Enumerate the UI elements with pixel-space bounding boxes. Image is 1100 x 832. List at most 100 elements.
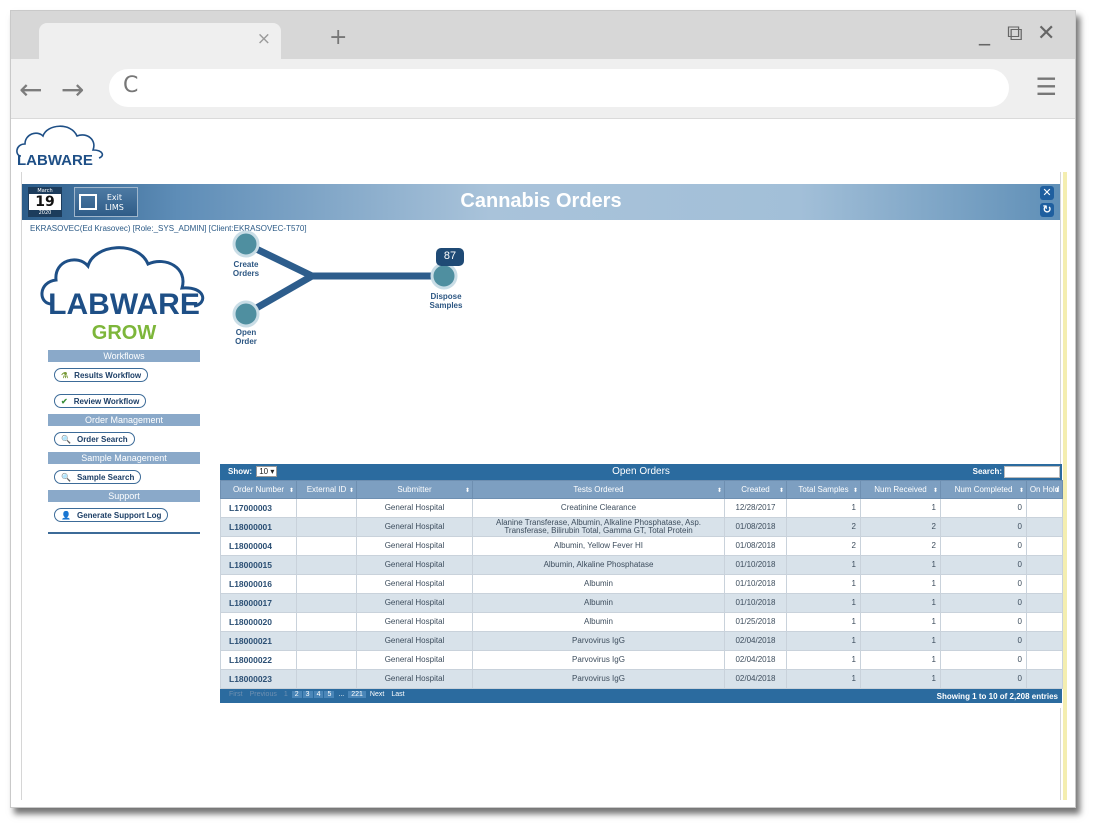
cell-submitter: General Hospital (356, 536, 473, 556)
cell-created: 01/10/2018 (724, 574, 787, 594)
cell-order-number[interactable]: L18000001 (220, 517, 297, 537)
restore-icon[interactable]: ⧉ (1007, 21, 1023, 46)
open-order-text-2: Order (235, 337, 257, 346)
cell-tests-ordered: Albumin (472, 574, 725, 594)
column-header-on-hold[interactable]: On Hold ⬍ (1026, 480, 1063, 499)
cell-order-number[interactable]: L18000016 (220, 574, 297, 594)
column-header-external-id[interactable]: External ID ⬍ (296, 480, 357, 499)
sidebar-divider (48, 532, 200, 534)
pager-2[interactable]: 2 (291, 691, 302, 698)
tab-close-icon[interactable]: × (257, 29, 271, 49)
forward-icon[interactable]: → (61, 73, 84, 106)
cell-created: 12/28/2017 (724, 498, 787, 518)
browser-tab[interactable]: × (39, 23, 281, 59)
table-row[interactable]: L18000021 General Hospital Parvovirus IgG 0… (220, 631, 1063, 651)
back-icon[interactable]: ← (19, 73, 42, 106)
showing-entries: Showing 1 to 10 of 2,208 entries (936, 692, 1058, 701)
sort-icon: ⬍ (288, 488, 294, 494)
brand-sub-text: GROW (91, 322, 157, 344)
order-search-button[interactable]: 🔍 Order Search (54, 432, 135, 446)
new-tab-icon[interactable]: + (329, 25, 347, 50)
cell-order-number[interactable]: L18000004 (220, 536, 297, 556)
grid-title: Open Orders (612, 466, 670, 477)
dispose-samples-label: Dispose Samples (424, 292, 468, 310)
cell-tests-ordered: Albumin, Alkaline Phosphatase (472, 555, 725, 575)
open-order-node[interactable] (232, 300, 260, 328)
sample-search-button[interactable]: 🔍 Sample Search (54, 470, 142, 484)
menu-icon[interactable]: ☰ (1035, 73, 1057, 101)
cell-external-id (296, 593, 357, 613)
column-header-total-samples[interactable]: Total Samples ⬍ (786, 480, 861, 499)
pager-last[interactable]: Last (388, 691, 407, 698)
cell-on-hold (1026, 612, 1063, 632)
grid-footer: First Previous 1 2 3 4 5... 221 Next Last Showing… (220, 689, 1062, 703)
cell-order-number[interactable]: L18000022 (220, 650, 297, 670)
cell-order-number[interactable]: L18000021 (220, 631, 297, 651)
cell-submitter: General Hospital (356, 574, 473, 594)
refresh-icon[interactable]: ↻ (1040, 203, 1054, 217)
cell-tests-ordered: Creatinine Clearance (472, 498, 725, 518)
cell-order-number[interactable]: L18000020 (220, 612, 297, 632)
cell-num-completed: 0 (940, 574, 1027, 594)
cell-submitter: General Hospital (356, 593, 473, 613)
table-row[interactable]: L18000020 General Hospital Albumin 01/25/20… (220, 612, 1063, 632)
sort-icon: ⬍ (716, 488, 722, 494)
cell-tests-ordered: Albumin (472, 593, 725, 613)
pager-1[interactable]: 1 (281, 691, 291, 698)
minimize-icon[interactable]: _ (979, 21, 990, 46)
cell-order-number[interactable]: L18000023 (220, 669, 297, 689)
search-input[interactable] (1004, 466, 1060, 478)
column-label: Total Samples (798, 484, 849, 494)
cell-order-number[interactable]: L17000003 (220, 498, 297, 518)
table-row[interactable]: L18000023 General Hospital Parvovirus IgG 0… (220, 669, 1063, 689)
labware-grow-logo: LABWARE GROW (38, 238, 210, 348)
results-workflow-button[interactable]: ⚗ Results Workflow (54, 368, 149, 382)
table-row[interactable]: L18000022 General Hospital Parvovirus IgG 0… (220, 650, 1063, 670)
cell-on-hold (1026, 536, 1063, 556)
column-header-submitter[interactable]: Submitter ⬍ (356, 480, 473, 499)
dispose-count: 87 (443, 250, 457, 262)
table-row[interactable]: L18000016 General Hospital Albumin 01/10/20… (220, 574, 1063, 594)
sidebar: Workflows ⚗ Results Workflow ✔ Review Work… (48, 350, 200, 534)
column-header-tests-ordered[interactable]: Tests Ordered ⬍ (472, 480, 725, 499)
table-row[interactable]: L18000004 General Hospital Albumin, Yellow… (220, 536, 1063, 556)
close-window-icon[interactable]: ✕ (1037, 21, 1055, 46)
cell-created: 01/10/2018 (724, 593, 787, 613)
pager-next[interactable]: Next (367, 691, 387, 698)
table-row[interactable]: L17000003 General Hospital Creatinine Clea… (220, 498, 1063, 518)
pager-221[interactable]: 221 (348, 691, 366, 698)
browser-window: × + _ ⧉ ✕ ← → C ☰ LABWARE March 19 2020 … (10, 10, 1076, 808)
cell-tests-ordered: Parvovirus IgG (472, 669, 725, 689)
pager-5[interactable]: 5 (324, 691, 335, 698)
cell-num-completed: 0 (940, 555, 1027, 575)
reload-icon[interactable]: C (123, 73, 138, 98)
table-row[interactable]: L18000015 General Hospital Albumin, Alkali… (220, 555, 1063, 575)
column-header-order-number[interactable]: Order Number ⬍ (220, 480, 297, 499)
cell-submitter: General Hospital (356, 631, 473, 651)
cell-order-number[interactable]: L18000017 (220, 593, 297, 613)
table-row[interactable]: L18000017 General Hospital Albumin 01/10/20… (220, 593, 1063, 613)
generate-support-log-button[interactable]: 👤 Generate Support Log (54, 508, 169, 522)
pager-4[interactable]: 4 (313, 691, 324, 698)
dispose-samples-node[interactable] (430, 262, 458, 290)
pagination: First Previous 1 2 3 4 5... 221 Next Last (226, 691, 409, 698)
cell-num-received: 1 (860, 669, 941, 689)
review-workflow-button[interactable]: ✔ Review Workflow (54, 394, 147, 408)
order-search-label: Order Search (76, 434, 128, 444)
sort-icon: ⬍ (932, 488, 938, 494)
pager-first[interactable]: First (226, 691, 246, 698)
create-orders-node[interactable] (232, 230, 260, 258)
close-icon[interactable]: ✕ (1040, 186, 1054, 200)
pager-previous[interactable]: Previous (247, 691, 280, 698)
address-bar[interactable]: C (109, 69, 1009, 107)
column-header-num-received[interactable]: Num Received ⬍ (860, 480, 941, 499)
cell-order-number[interactable]: L18000015 (220, 555, 297, 575)
table-row[interactable]: L18000001 General Hospital Alanine Transfe… (220, 517, 1063, 537)
lims-app: March 19 2020 Exit LIMS Cannabis Orders … (21, 172, 1063, 800)
review-workflow-label: Review Workflow (73, 396, 140, 406)
pager-3[interactable]: 3 (302, 691, 313, 698)
cell-created: 02/04/2018 (724, 631, 787, 651)
column-label: Submitter (397, 484, 432, 494)
column-header-num-completed[interactable]: Num Completed ⬍ (940, 480, 1027, 499)
column-header-created[interactable]: Created ⬍ (724, 480, 787, 499)
